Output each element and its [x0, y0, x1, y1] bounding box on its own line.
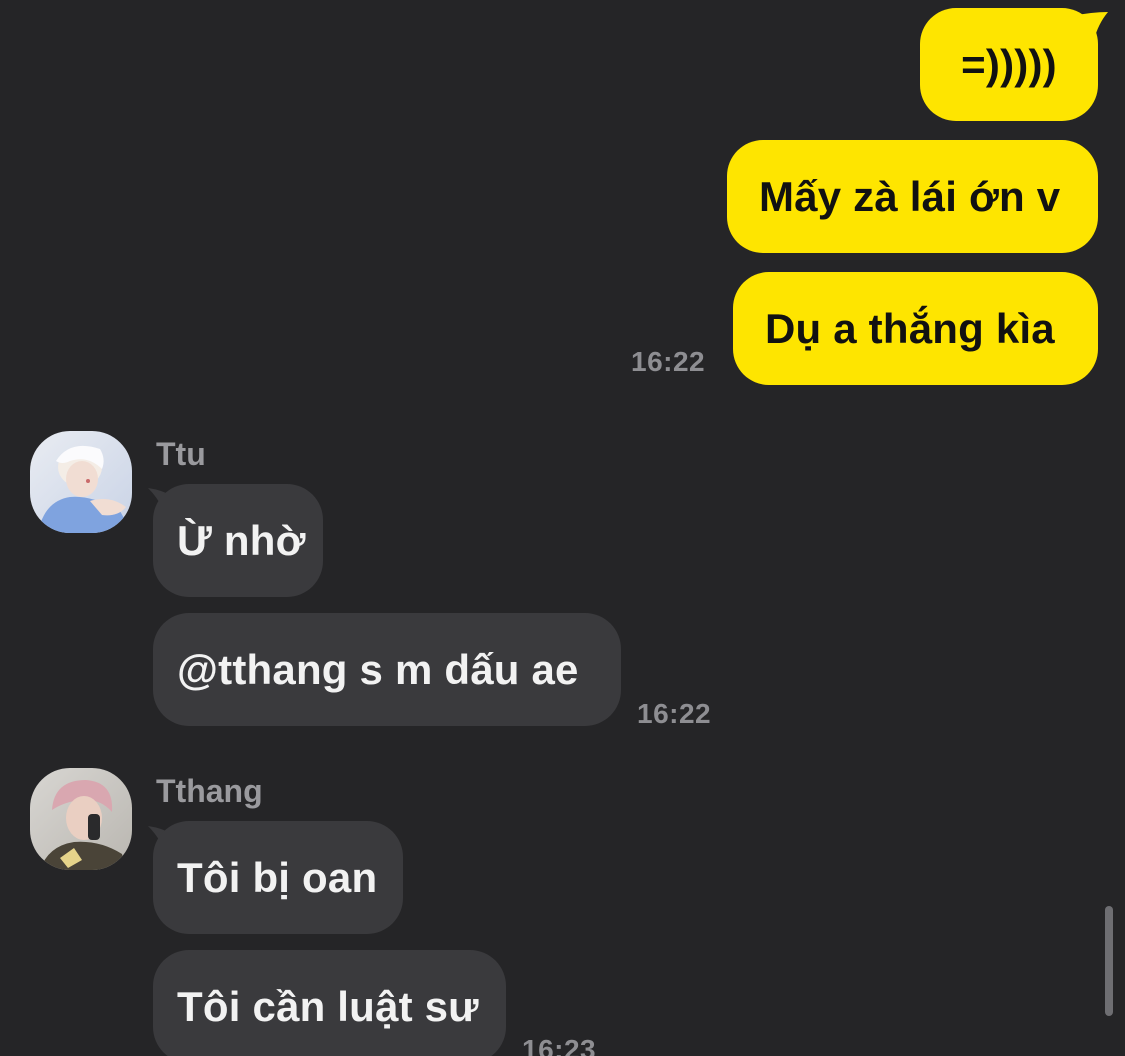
message-text: Tôi cần luật sư	[177, 982, 479, 1030]
message-timestamp: 16:23	[522, 1034, 597, 1056]
message-timestamp: 16:22	[631, 346, 706, 377]
message-text: Dụ a thắng kìa	[765, 304, 1055, 352]
incoming-message[interactable]: Ừ nhờ	[153, 484, 323, 597]
outgoing-message[interactable]: =)))))	[920, 8, 1098, 121]
avatar-ttu[interactable]	[30, 431, 132, 533]
scrollbar[interactable]	[1105, 906, 1113, 1016]
incoming-message[interactable]: Tôi cần luật sư	[153, 950, 506, 1056]
avatar-tthang[interactable]	[30, 768, 132, 870]
message-text: Mấy zà lái ớn v	[759, 172, 1061, 220]
incoming-message[interactable]: Tôi bị oan	[153, 821, 403, 934]
chat-view[interactable]: =))))) Mấy zà lái ớn v Dụ a thắng kìa 16…	[0, 0, 1125, 1056]
message-text: =)))))	[961, 40, 1057, 88]
message-text: @tthang s m dấu ae	[177, 645, 579, 693]
message-timestamp: 16:22	[637, 698, 712, 729]
avatar-image	[30, 768, 132, 870]
message-text: Ừ nhờ	[177, 516, 306, 564]
message-text: Tôi bị oan	[177, 853, 378, 901]
outgoing-message[interactable]: Mấy zà lái ớn v	[727, 140, 1098, 253]
outgoing-message[interactable]: Dụ a thắng kìa	[733, 272, 1098, 385]
sender-name: Ttu	[156, 436, 206, 472]
sender-name: Tthang	[156, 773, 263, 809]
incoming-message[interactable]: @tthang s m dấu ae	[153, 613, 621, 726]
avatar-image	[30, 431, 132, 533]
